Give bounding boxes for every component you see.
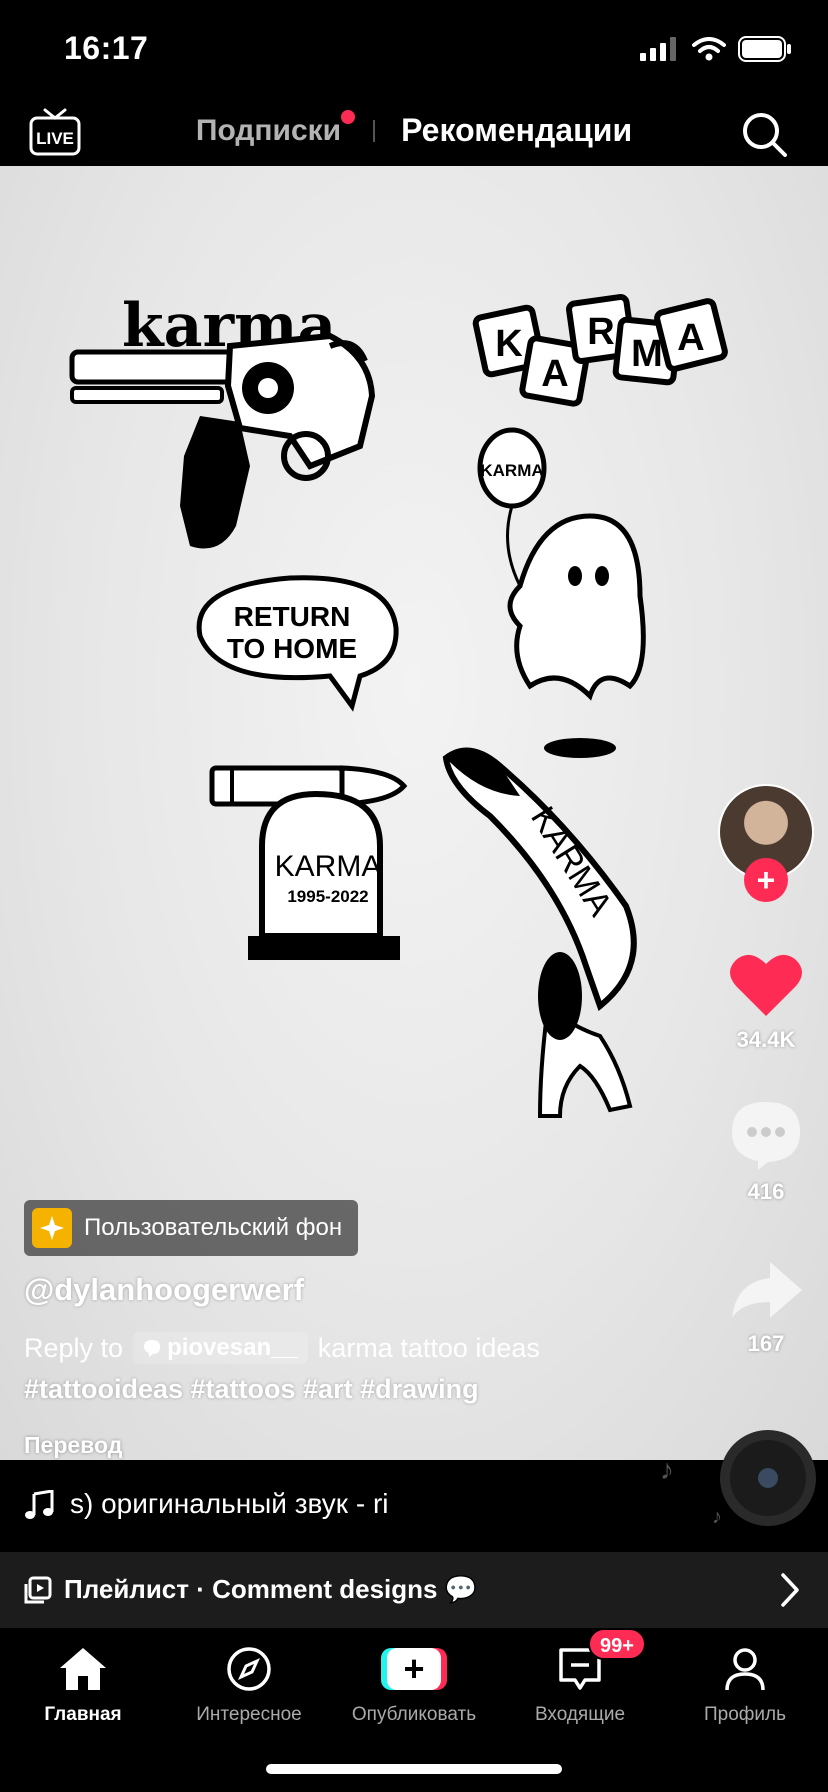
hashtags[interactable]: #tattooideas #tattoos #art #drawing (24, 1374, 479, 1405)
music-note-icon (25, 1490, 54, 1519)
comment-button[interactable]: 416 (720, 1098, 812, 1205)
reply-line: Reply to piovesan__ karma tattoo ideas (24, 1332, 540, 1364)
sticker-karma-tomb: KARMA (275, 850, 382, 883)
tab-profile-label: Профиль (703, 1704, 787, 1725)
comment-icon (732, 1102, 800, 1170)
tab-home-label: Главная (44, 1704, 122, 1725)
revolver-drawing: karma (69, 291, 376, 549)
reply-user-chip[interactable]: piovesan__ (133, 1332, 308, 1364)
svg-text:R: R (587, 311, 614, 353)
home-icon (60, 1648, 106, 1690)
sound-title: s) оригинальный звук - ri (70, 1488, 389, 1519)
tattoo-sheet-artwork: karma KARM A KARMA RETURN TO HOME KARMA … (69, 291, 728, 1118)
reply-text: karma tattoo ideas (317, 1332, 540, 1363)
playlist-label: Плейлист · Comment designs 💬 (64, 1574, 478, 1604)
home-indicator (266, 1764, 562, 1774)
ghost-balloon-drawing: KARMA (477, 427, 646, 758)
sticker-return: RETURN (234, 601, 351, 632)
tab-following[interactable]: Подписки (195, 109, 356, 148)
sticker-to-home: TO HOME (227, 633, 357, 664)
custom-background-label: Пользовательский фон (84, 1214, 343, 1241)
compass-icon (227, 1647, 271, 1691)
svg-text:M: M (631, 333, 663, 375)
svg-text:K: K (495, 323, 523, 365)
tab-profile[interactable]: Профиль (662, 1642, 828, 1726)
tab-divider (373, 119, 376, 142)
tab-inbox-label: Входящие (534, 1704, 626, 1725)
tab-discover[interactable]: Интересное (166, 1642, 332, 1726)
share-button[interactable]: 167 (720, 1258, 812, 1357)
follow-button[interactable]: + (744, 858, 788, 902)
boomerang-drawing: KARMA (442, 747, 637, 1118)
signal-icon (640, 37, 676, 61)
tab-discover-label: Интересное (196, 1704, 302, 1725)
tab-for-you[interactable]: Рекомендации (401, 112, 632, 149)
creator-username[interactable]: @dylanhoogerwerf (24, 1272, 304, 1308)
sticker-years: 1995-2022 (287, 887, 368, 906)
translate-link[interactable]: Перевод (24, 1432, 122, 1459)
sound-disc[interactable] (720, 1430, 816, 1526)
chevron-right-icon (781, 1573, 799, 1607)
status-icons (640, 36, 792, 62)
heart-icon (730, 954, 802, 1016)
battery-icon (738, 36, 791, 62)
profile-icon (725, 1648, 765, 1691)
publish-plus-icon: + (381, 1648, 447, 1690)
share-count: 167 (747, 1331, 785, 1356)
reply-prefix: Reply to (24, 1332, 124, 1363)
sparkle-icon (32, 1208, 72, 1248)
comment-count: 416 (747, 1179, 785, 1204)
tab-publish-label: Опубликовать (351, 1704, 477, 1725)
like-count: 34.4K (736, 1027, 796, 1052)
sound-bar[interactable]: s) оригинальный звук - ri (0, 1460, 828, 1552)
feed-tabs: Подписки Рекомендации (0, 109, 828, 149)
video-player[interactable]: karma KARMA KARMA RETURN TO HOME KARMA 1… (0, 166, 828, 1460)
playlist-icon (24, 1576, 52, 1604)
reply-username: piovesan__ (167, 1334, 298, 1361)
share-icon (732, 1262, 802, 1318)
floating-note-icon: ♪ (660, 1454, 674, 1485)
inbox-badge: 99+ (588, 1628, 646, 1660)
tab-publish[interactable]: + Опубликовать (331, 1642, 497, 1726)
svg-text:A: A (541, 353, 568, 395)
tab-home[interactable]: Главная (0, 1642, 166, 1726)
wifi-icon (692, 37, 726, 61)
notification-dot (341, 109, 356, 124)
reply-bubble-icon (144, 1340, 161, 1357)
search-icon[interactable] (740, 110, 788, 158)
top-nav: LIVE Подписки Рекомендации (0, 96, 828, 166)
tombstone-drawing: KARMA 1995-2022 (248, 790, 400, 960)
tab-following-label: Подписки (195, 113, 342, 147)
status-bar: 16:17 (0, 0, 828, 96)
playlist-bar[interactable]: Плейлист · Comment designs 💬 (0, 1552, 828, 1628)
custom-background-chip[interactable]: Пользовательский фон (24, 1200, 359, 1256)
return-home-drawing: RETURN TO HOME (196, 575, 408, 807)
sticker-karma-balloon: KARMA (480, 461, 543, 480)
floating-note-icon: ♪ (712, 1506, 722, 1528)
like-button[interactable]: 34.4K (720, 950, 812, 1053)
status-time: 16:17 (64, 30, 149, 66)
svg-text:A: A (677, 317, 704, 359)
